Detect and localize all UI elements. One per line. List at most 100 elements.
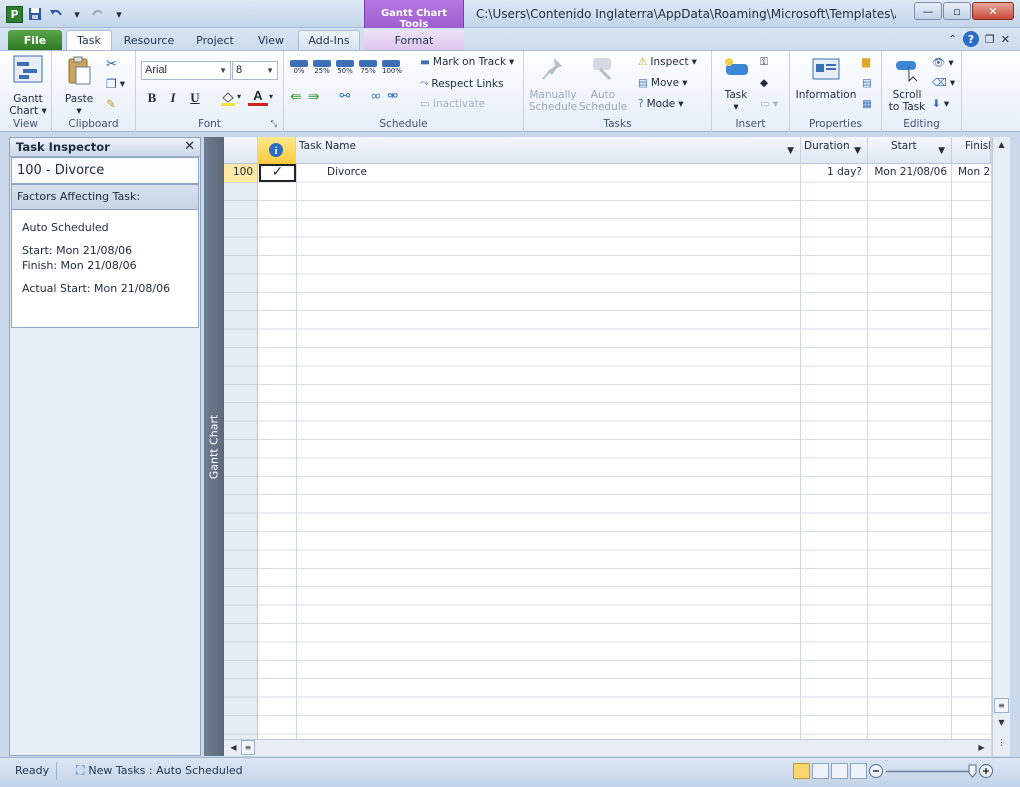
resource-sheet-view-icon[interactable] — [850, 763, 867, 779]
information-button[interactable]: Information — [792, 55, 860, 101]
summary-button[interactable]: ⚿ — [760, 56, 768, 69]
font-dialog-launcher-icon[interactable]: ⤡ — [271, 119, 277, 129]
close-document-icon[interactable]: ✕ — [1001, 33, 1010, 46]
mode-button[interactable]: ? Mode ▾ — [638, 98, 683, 110]
undo-dropdown-icon[interactable]: ▾ — [68, 5, 86, 23]
percent-50-button[interactable]: 50% — [336, 60, 354, 75]
select-all-corner[interactable] — [224, 137, 258, 164]
binoculars-icon: 👁 — [932, 57, 946, 69]
finish-column-header[interactable]: Finish — [952, 137, 991, 164]
start-cell[interactable]: Mon 21/08/06 — [868, 164, 950, 182]
cut-button[interactable]: ✂ — [106, 57, 117, 72]
new-tasks-mode-button[interactable]: ⛶ New Tasks : Auto Scheduled — [76, 763, 243, 778]
notes-button[interactable]: ▆ — [862, 56, 870, 68]
details-button[interactable]: ▤ — [862, 77, 872, 89]
duration-filter-icon[interactable]: ▼ — [854, 146, 861, 156]
insert-task-button[interactable]: Task ▾ — [716, 55, 756, 113]
scroll-up-icon[interactable]: ▲ — [994, 137, 1009, 152]
respect-links-button[interactable]: ⤳ Respect Links — [420, 77, 504, 90]
clear-button[interactable]: ⌫ ▾ — [932, 77, 955, 89]
italic-button[interactable]: I — [163, 89, 183, 107]
percent-100-button[interactable]: 100% — [382, 60, 402, 75]
auto-schedule-button[interactable]: Auto Schedule — [578, 55, 628, 113]
outdent-icon[interactable]: ⇚ — [290, 89, 302, 105]
indent-icon[interactable]: ⇛ — [308, 89, 320, 105]
percent-25-button[interactable]: 25% — [313, 60, 331, 75]
milestone-button[interactable]: ◆ — [760, 77, 768, 89]
scroll-right-icon[interactable]: ▶ — [974, 740, 989, 755]
inactivate-button[interactable]: ▭ Inactivate — [420, 98, 485, 110]
horizontal-scrollbar[interactable]: ◀ ≡ ▶ — [224, 739, 991, 756]
highlight-dropdown[interactable]: ▾ — [237, 92, 241, 101]
indicator-cell[interactable]: ✓ — [259, 164, 296, 182]
row-id-cell[interactable]: 100 — [224, 164, 258, 182]
tab-file[interactable]: File — [8, 30, 62, 50]
maximize-button[interactable]: ▫ — [943, 2, 971, 20]
zoom-thumb[interactable] — [968, 764, 977, 778]
duration-cell[interactable]: 1 day? — [801, 164, 865, 182]
redo-icon[interactable] — [89, 5, 107, 23]
undo-icon[interactable] — [47, 5, 65, 23]
move-button[interactable]: ▤ Move ▾ — [638, 77, 687, 89]
paste-button[interactable]: Paste ▾ — [62, 55, 96, 117]
unlink-tasks-icon[interactable]: ⚮ — [387, 89, 398, 105]
tab-view[interactable]: View — [250, 30, 292, 50]
font-size-select[interactable]: 8 ▼ — [232, 61, 278, 80]
help-icon[interactable]: ? — [962, 31, 979, 47]
inspect-button[interactable]: ⚠ Inspect ▾ — [638, 56, 697, 68]
tab-project[interactable]: Project — [188, 30, 242, 50]
scroll-left-icon[interactable]: ◀ — [226, 740, 241, 755]
task-name-filter-icon[interactable]: ▼ — [787, 146, 794, 156]
team-planner-view-icon[interactable] — [831, 763, 848, 779]
manually-schedule-button[interactable]: Manually Schedule — [528, 55, 578, 113]
scroll-thumb[interactable]: ≡ — [994, 698, 1009, 713]
deliverable-button[interactable]: ▭ ▾ — [760, 98, 778, 110]
hscroll-thumb[interactable]: ≡ — [241, 740, 255, 755]
link-tasks-icon[interactable]: ∞ — [370, 89, 381, 105]
restore-window-icon[interactable]: ❐ — [985, 33, 995, 46]
percent-0-button[interactable]: 0% — [290, 60, 308, 75]
split-handle-icon[interactable]: ⋮ — [994, 735, 1009, 750]
customize-qat-icon[interactable]: ▾ — [110, 5, 128, 23]
save-icon[interactable] — [26, 5, 44, 23]
minimize-ribbon-icon[interactable]: ⌃ — [949, 34, 957, 45]
copy-button[interactable]: ❐ ▾ — [106, 77, 125, 91]
fill-button[interactable]: ⬇ ▾ — [932, 98, 949, 110]
minimize-button[interactable]: — — [914, 2, 942, 20]
underline-button[interactable]: U — [185, 89, 205, 107]
duration-column-header[interactable]: Duration ▼ — [801, 137, 868, 164]
tab-format[interactable]: Format — [364, 30, 464, 50]
close-icon[interactable]: ✕ — [184, 138, 195, 156]
task-name-column-header[interactable]: Task Name ▼ — [296, 137, 801, 164]
task-name-cell[interactable]: Divorce — [327, 164, 797, 182]
mark-on-track-button[interactable]: ▬ Mark on Track ▾ — [420, 56, 514, 68]
percent-75-button[interactable]: 75% — [359, 60, 377, 75]
font-color-dropdown[interactable]: ▾ — [269, 92, 273, 101]
start-filter-icon[interactable]: ▼ — [938, 146, 945, 156]
format-painter-button[interactable]: ✎ — [106, 97, 116, 111]
finish-cell[interactable]: Mon 21/08/06 — [958, 164, 991, 182]
tab-resource[interactable]: Resource — [118, 30, 180, 50]
split-task-icon[interactable]: ⚯ — [339, 89, 350, 105]
gantt-chart-button[interactable]: Gantt Chart ▾ — [8, 55, 48, 117]
scroll-to-task-button[interactable]: Scroll to Task — [884, 55, 930, 113]
milestone-icon: ◆ — [760, 77, 769, 89]
gantt-view-icon[interactable] — [793, 763, 810, 779]
tab-add-ins[interactable]: Add-Ins — [298, 30, 360, 50]
task-usage-view-icon[interactable] — [812, 763, 829, 779]
find-button[interactable]: 👁 ▾ — [932, 56, 954, 70]
scroll-down-icon[interactable]: ▼ — [994, 715, 1009, 730]
start-column-header[interactable]: Start ▼ — [868, 137, 952, 164]
bold-button[interactable]: B — [142, 89, 162, 107]
vertical-scrollbar[interactable]: ▲ ≡ ▼ ⋮ — [992, 137, 1010, 756]
font-family-select[interactable]: Arial ▼ — [141, 61, 231, 80]
zoom-slider[interactable] — [868, 763, 995, 780]
tab-task[interactable]: Task — [66, 30, 112, 50]
font-color-button[interactable]: A — [248, 88, 268, 106]
highlight-color-button[interactable] — [218, 89, 238, 107]
close-button[interactable]: ✕ — [972, 2, 1014, 20]
add-to-timeline-button[interactable]: ▦ — [862, 98, 872, 110]
table-row[interactable]: 100 ✓ Divorce 1 day? Mon 21/08/06 Mon 21… — [224, 164, 991, 182]
indicators-column-header[interactable]: i — [258, 137, 296, 164]
project-app-icon[interactable]: P — [6, 5, 23, 23]
